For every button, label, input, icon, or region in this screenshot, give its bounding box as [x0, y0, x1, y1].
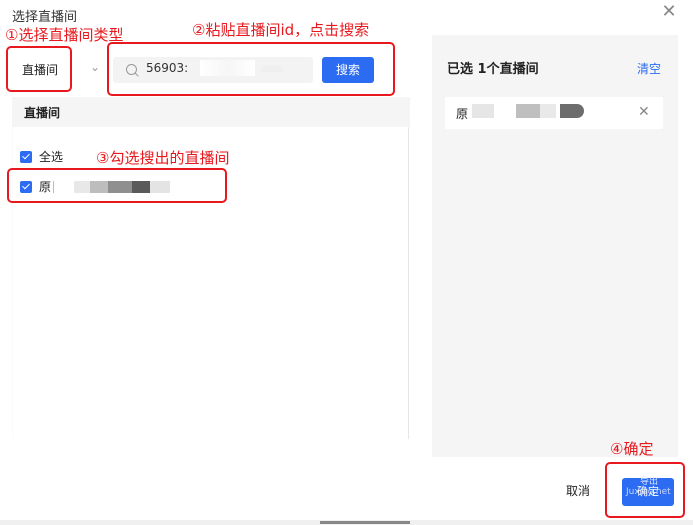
close-icon[interactable]: ✕: [659, 2, 679, 22]
list-header: [12, 97, 410, 127]
cancel-button[interactable]: 取消: [566, 482, 590, 499]
scrollbar-thumb[interactable]: [320, 521, 410, 524]
selected-item-label: 原: [456, 107, 469, 121]
annotation-step1: ①选择直播间类型: [5, 26, 124, 44]
annotation-box-step2: [107, 42, 395, 96]
annotation-box-step4: [605, 462, 685, 518]
clear-link[interactable]: 清空: [637, 60, 661, 77]
redaction-mask: [540, 104, 556, 118]
annotation-step3: ③勾选搜出的直播间: [96, 149, 230, 167]
scrollbar-track[interactable]: [408, 127, 409, 439]
select-all-checkbox[interactable]: [20, 151, 32, 163]
redaction-mask: [516, 104, 540, 118]
redaction-mask: [560, 104, 584, 118]
dialog-title: 选择直播间: [12, 10, 78, 25]
selected-count: 已选 1个直播间: [447, 62, 539, 77]
annotation-box-step1: [6, 46, 72, 92]
select-all-label: 全选: [39, 150, 64, 164]
remove-icon[interactable]: ✕: [638, 104, 650, 120]
annotation-step4: ④确定: [610, 440, 654, 458]
list-header-label: 直播间: [24, 106, 61, 120]
annotation-step2: ②粘贴直播间id，点击搜索: [192, 21, 370, 39]
chevron-down-icon[interactable]: ⌄: [90, 60, 100, 74]
redaction-mask: [472, 104, 494, 118]
annotation-box-step3: [7, 168, 227, 203]
